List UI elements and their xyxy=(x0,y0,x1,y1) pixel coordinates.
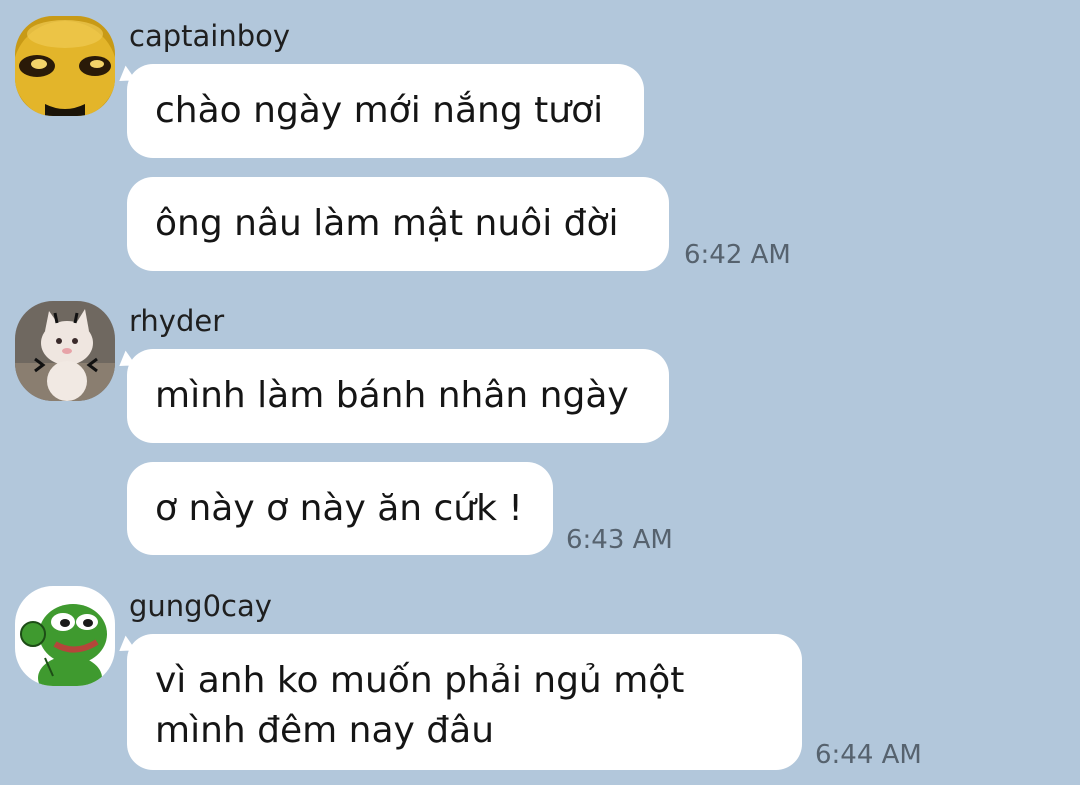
message-bubble[interactable]: chào ngày mới nắng tươi xyxy=(127,64,644,158)
frog-icon xyxy=(15,586,115,686)
avatar-gung0cay[interactable] xyxy=(15,586,115,686)
sender-name: gung0cay xyxy=(129,589,272,623)
avatar-rhyder[interactable] xyxy=(15,301,115,401)
sender-name: rhyder xyxy=(129,304,225,338)
message-bubble[interactable]: ông nâu làm mật nuôi đời xyxy=(127,177,669,271)
kitten-icon xyxy=(15,301,115,401)
sender-name: captainboy xyxy=(129,19,291,53)
cartoon-face-icon xyxy=(15,16,115,116)
message-bubble[interactable]: ơ này ơ này ăn cứk ! xyxy=(127,462,553,555)
message-bubble[interactable]: vì anh ko muốn phải ngủ một mình đêm nay… xyxy=(127,634,802,770)
message-bubble[interactable]: mình làm bánh nhân ngày xyxy=(127,349,669,443)
message-timestamp: 6:43 AM xyxy=(566,525,673,555)
avatar-captainboy[interactable] xyxy=(15,16,115,116)
message-timestamp: 6:44 AM xyxy=(815,740,922,770)
message-timestamp: 6:42 AM xyxy=(684,240,791,270)
